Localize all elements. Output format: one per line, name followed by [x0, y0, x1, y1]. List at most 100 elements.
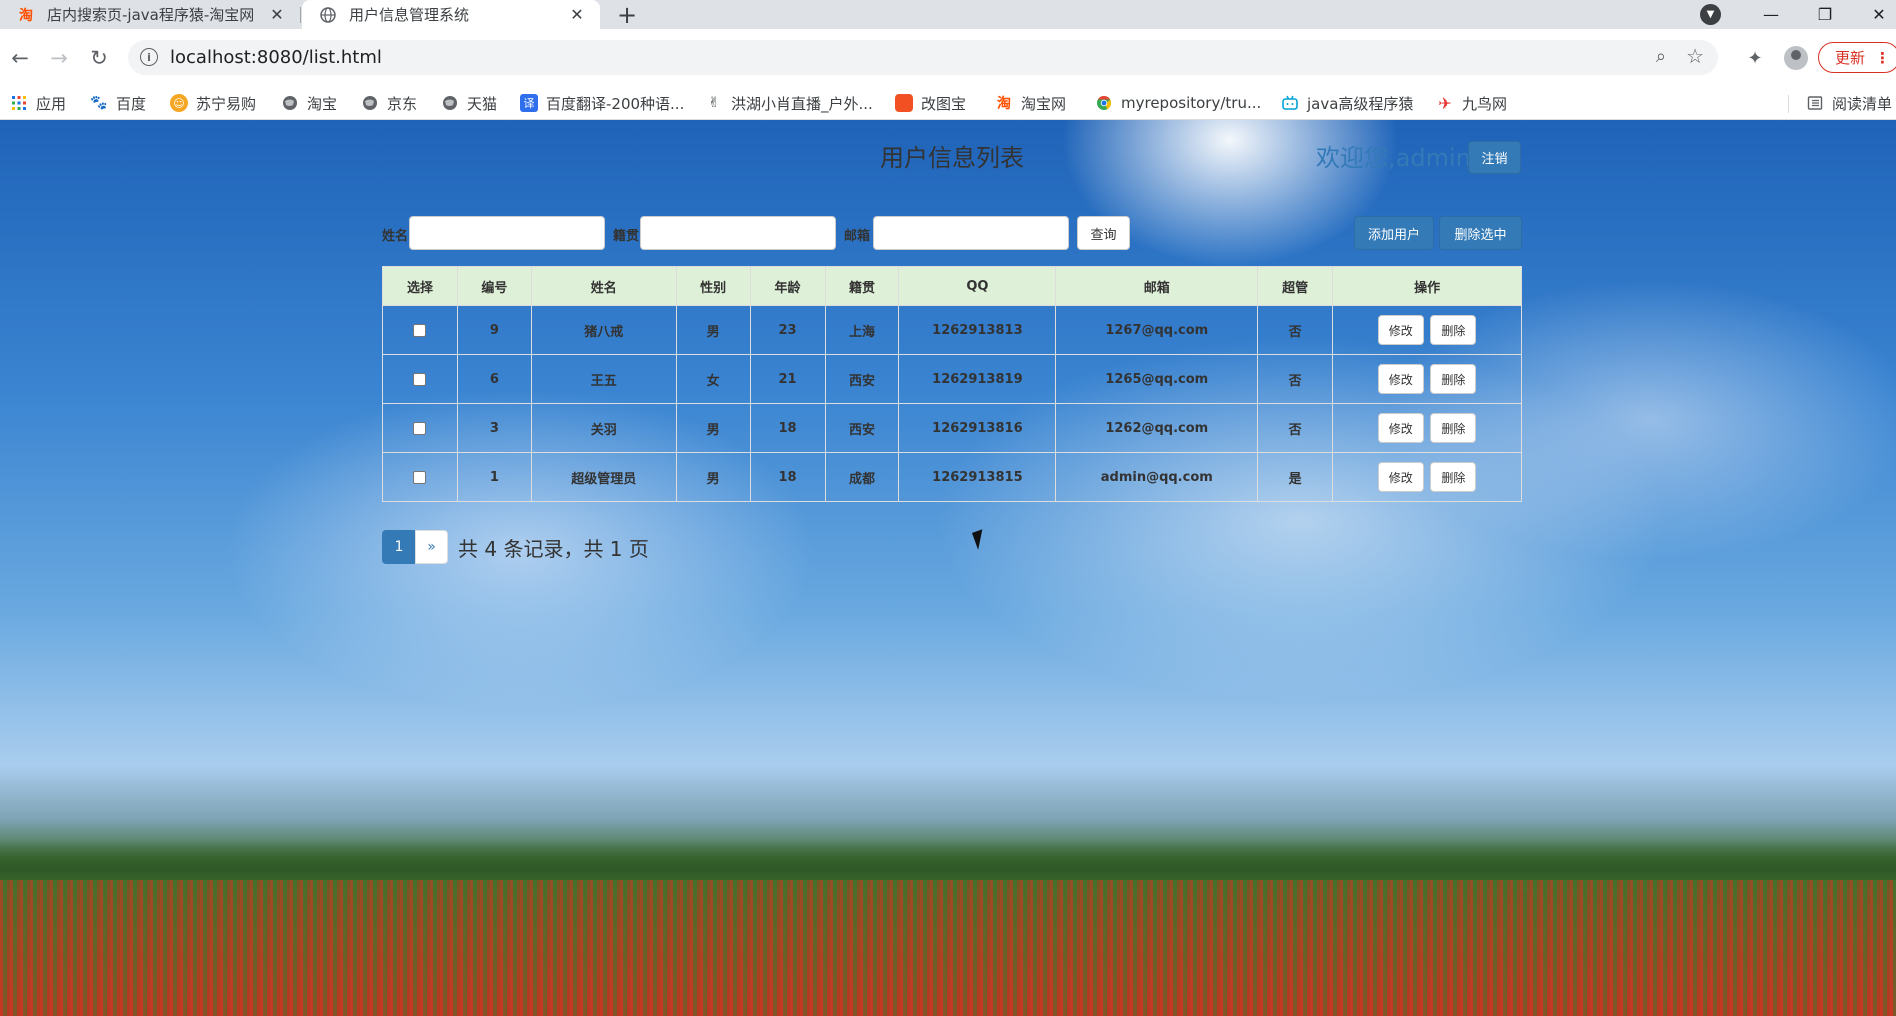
native-search-input[interactable]	[640, 216, 836, 250]
age-cell: 18	[749, 403, 826, 453]
delete-button[interactable]: 删除	[1430, 364, 1477, 394]
restore-icon[interactable]: ❐	[1802, 0, 1848, 29]
id-cell: 9	[456, 305, 532, 355]
bird-icon: ✈	[1438, 93, 1452, 113]
update-button[interactable]: 更新 ⋮	[1818, 42, 1896, 73]
globe-icon	[319, 6, 337, 24]
gaitubao-icon	[895, 94, 913, 112]
page-background: 用户信息列表 欢迎您,admin 注销 姓名 籍贯 邮箱 查询 添加用户 删除选…	[0, 120, 1896, 1016]
bookmark-jiuniao[interactable]: ✈ 九鸟网	[1436, 86, 1507, 120]
bookmark-taobao-net[interactable]: 淘 淘宝网	[995, 86, 1066, 120]
delete-button[interactable]: 删除	[1430, 413, 1477, 443]
reading-list[interactable]: 阅读清单	[1806, 86, 1892, 120]
bookmark-baidu-translate[interactable]: 译 百度翻译-200种语...	[520, 86, 684, 120]
suning-lion-icon: ☺	[170, 94, 188, 112]
next-page-button[interactable]: »	[415, 530, 448, 564]
bookmark-honghu-live[interactable]: ✌ 洪湖小肖直播_户外...	[705, 86, 873, 120]
bookmark-taobao[interactable]: 淘宝	[281, 86, 337, 120]
mouse-cursor-icon	[972, 529, 989, 550]
minimize-icon[interactable]: —	[1748, 0, 1794, 29]
bookmark-star-icon[interactable]: ☆	[1686, 44, 1704, 68]
column-header: 年龄	[749, 266, 826, 306]
bookmark-baidu[interactable]: 🐾 百度	[90, 86, 146, 120]
tab-search-icon[interactable]: ▼	[1700, 4, 1721, 25]
column-header: 籍贯	[824, 266, 900, 306]
logout-button[interactable]: 注销	[1468, 141, 1521, 174]
admin-cell: 否	[1257, 305, 1334, 355]
select-cell	[382, 452, 458, 502]
native-cell: 成都	[824, 452, 900, 502]
taobao-icon: 淘	[19, 7, 33, 24]
native-label: 籍贯	[613, 229, 640, 244]
delete-selected-button[interactable]: 删除选中	[1439, 216, 1522, 250]
gender-cell: 男	[675, 452, 751, 502]
forward-icon[interactable]: →	[41, 29, 77, 86]
broadcast-icon: ✌	[708, 95, 720, 111]
qq-cell: 1262913819	[898, 354, 1057, 404]
edit-button[interactable]: 修改	[1377, 364, 1424, 394]
profile-avatar-icon[interactable]	[1784, 46, 1808, 70]
native-cell: 西安	[824, 354, 900, 404]
email-cell: 1262@qq.com	[1055, 403, 1259, 453]
bookmark-apps[interactable]: 应用	[10, 86, 66, 120]
edit-button[interactable]: 修改	[1377, 315, 1424, 345]
address-url[interactable]: localhost:8080/list.html	[170, 47, 382, 68]
name-search-input[interactable]	[409, 216, 605, 250]
close-icon[interactable]: ✕	[568, 5, 586, 24]
add-user-button[interactable]: 添加用户	[1354, 216, 1434, 250]
edit-button[interactable]: 修改	[1377, 413, 1424, 443]
bilibili-icon	[1281, 94, 1299, 112]
name-cell: 超级管理员	[530, 452, 677, 502]
table-row: 6 王五 女 21 西安 1262913819 1265@qq.com 否 修改…	[382, 354, 1522, 404]
back-icon[interactable]: ←	[2, 29, 38, 86]
row-checkbox[interactable]	[413, 323, 427, 337]
name-cell: 王五	[530, 354, 677, 404]
close-icon[interactable]: ✕	[268, 5, 286, 24]
bookmark-java-programmer[interactable]: java高级程序猿	[1281, 86, 1413, 120]
row-checkbox[interactable]	[413, 421, 427, 435]
admin-cell: 否	[1257, 403, 1334, 453]
address-bar[interactable]: i localhost:8080/list.html ⌕ ☆	[128, 40, 1718, 75]
delete-button[interactable]: 删除	[1430, 462, 1477, 492]
row-checkbox[interactable]	[413, 470, 427, 484]
gender-cell: 男	[675, 403, 751, 453]
column-header: 邮箱	[1055, 266, 1259, 306]
native-cell: 上海	[824, 305, 900, 355]
qq-cell: 1262913815	[898, 452, 1057, 502]
background-flower-field	[0, 880, 1896, 1016]
globe-icon	[441, 94, 459, 112]
reload-icon[interactable]: ↻	[81, 29, 117, 86]
column-header: 编号	[456, 266, 532, 306]
bookmark-jd[interactable]: 京东	[361, 86, 417, 120]
pagination-info: 共 4 条记录，共 1 页	[458, 536, 649, 561]
bookmark-myrepository[interactable]: myrepository/tru...	[1095, 86, 1261, 120]
edit-button[interactable]: 修改	[1377, 462, 1424, 492]
qq-cell: 1262913816	[898, 403, 1057, 453]
tab-user-management[interactable]: 用户信息管理系统 ✕	[302, 0, 600, 29]
zoom-icon[interactable]: ⌕	[1656, 46, 1666, 67]
row-checkbox[interactable]	[413, 372, 427, 386]
admin-cell: 否	[1257, 354, 1334, 404]
page-1-button[interactable]: 1	[382, 530, 416, 564]
bookmark-gaitubao[interactable]: 改图宝	[895, 86, 966, 120]
bookmark-tmall[interactable]: 天猫	[441, 86, 497, 120]
query-button[interactable]: 查询	[1077, 216, 1130, 250]
bookmark-suning[interactable]: ☺ 苏宁易购	[170, 86, 256, 120]
qq-cell: 1262913813	[898, 305, 1057, 355]
info-icon[interactable]: i	[140, 48, 158, 66]
new-tab-button[interactable]: +	[612, 0, 642, 29]
delete-button[interactable]: 删除	[1430, 315, 1477, 345]
gender-cell: 女	[675, 354, 751, 404]
tab-taobao-search[interactable]: 淘 店内搜索页-java程序猿-淘宝网 ✕	[0, 0, 300, 29]
name-label: 姓名	[382, 229, 409, 244]
table-header-row: 选择 编号 姓名 性别 年龄 籍贯 QQ 邮箱 超管 操作	[382, 266, 1522, 306]
id-cell: 1	[456, 452, 532, 502]
id-cell: 6	[456, 354, 532, 404]
select-cell	[382, 305, 458, 355]
gender-cell: 男	[675, 305, 751, 355]
column-header: 姓名	[530, 266, 677, 306]
window-close-icon[interactable]: ✕	[1856, 0, 1896, 29]
email-search-input[interactable]	[873, 216, 1069, 250]
age-cell: 18	[749, 452, 826, 502]
extensions-icon[interactable]: ✦	[1743, 46, 1767, 70]
